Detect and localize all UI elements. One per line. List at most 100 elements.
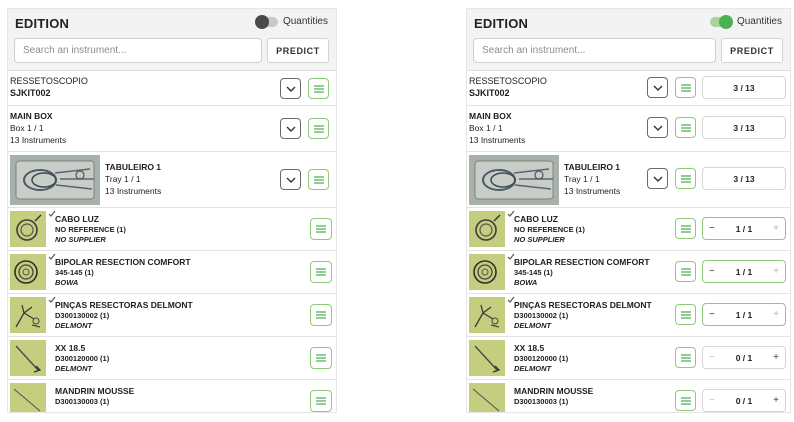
panel-header: EDITION Quantities PREDICT <box>467 9 790 71</box>
chevron-down-icon <box>286 86 295 92</box>
list-icon <box>680 123 691 132</box>
quantity-value: 0 / 1 <box>735 352 753 363</box>
increment-button[interactable]: + <box>773 266 779 277</box>
count-badge: 3 / 13 <box>702 116 786 139</box>
list-button[interactable] <box>308 78 329 99</box>
search-row: PREDICT <box>473 38 783 63</box>
list-button[interactable] <box>675 168 696 189</box>
instrument-row: XX 18.5 D300120000 (1) DELMONT <box>8 337 336 380</box>
instrument-supplier: DELMONT <box>55 364 93 373</box>
list-icon <box>316 225 326 233</box>
expand-button[interactable] <box>280 78 301 99</box>
quantity-value: 0 / 1 <box>735 395 753 406</box>
chevron-down-icon <box>653 176 662 182</box>
edition-panel-left: EDITION Quantities PREDICT RESSETOSCOPIO… <box>7 8 337 413</box>
tray-position: Tray 1 / 1 <box>564 174 600 184</box>
tray-count: 13 Instruments <box>105 186 162 196</box>
list-button[interactable] <box>675 218 696 239</box>
tray-image <box>10 155 100 205</box>
instrument-row: CABO LUZ NO REFERENCE (1) NO SUPPLIER − … <box>467 208 790 251</box>
instrument-reference: 345-145 (1) <box>55 268 94 277</box>
quantity-stepper[interactable]: − 1 / 1 + <box>702 260 786 283</box>
cable-image <box>475 214 501 241</box>
forceps-image <box>15 304 41 328</box>
quantities-toggle[interactable] <box>709 14 733 29</box>
list-icon <box>680 267 691 276</box>
instrument-thumbnail <box>469 254 505 290</box>
increment-button[interactable]: + <box>773 395 779 406</box>
list-icon <box>680 353 691 362</box>
list-button[interactable] <box>310 261 332 283</box>
kit-code: SJKIT002 <box>469 88 510 98</box>
decrement-button[interactable]: − <box>709 352 715 363</box>
list-button[interactable] <box>675 117 696 138</box>
list-button[interactable] <box>308 118 329 139</box>
list-button[interactable] <box>310 347 332 369</box>
list-button[interactable] <box>310 218 332 240</box>
instrument-name: MANDRIN MOUSSE <box>55 386 135 396</box>
expand-button[interactable] <box>647 77 668 98</box>
predict-button[interactable]: PREDICT <box>267 38 329 63</box>
instrument-row: CABO LUZ NO REFERENCE (1) NO SUPPLIER <box>8 208 336 251</box>
chevron-down-icon <box>286 177 295 183</box>
list-button[interactable] <box>675 77 696 98</box>
instrument-row: MANDRIN MOUSSE D300130003 (1) − 0 / 1 + <box>467 380 790 412</box>
quantities-toggle-wrap[interactable]: Quantities <box>709 14 782 29</box>
bipolar-image <box>14 260 38 284</box>
quantity-stepper[interactable]: − 1 / 1 + <box>702 217 786 240</box>
expand-button[interactable] <box>647 117 668 138</box>
quantity-stepper[interactable]: − 0 / 1 + <box>702 389 786 412</box>
edition-panel-right: EDITION Quantities PREDICT RESSETOSCOPIO… <box>466 8 791 413</box>
list-button[interactable] <box>675 390 696 411</box>
increment-button[interactable]: + <box>773 352 779 363</box>
quantity-stepper[interactable]: − 0 / 1 + <box>702 346 786 369</box>
tray-name: TABULEIRO 1 <box>105 162 162 172</box>
instrument-name: CABO LUZ <box>514 214 558 224</box>
list-icon <box>316 311 326 319</box>
instrument-row: PINÇAS RESECTORAS DELMONT D300130002 (1)… <box>8 294 336 337</box>
instrument-reference: D300130003 (1) <box>55 397 110 406</box>
list-icon <box>680 310 691 319</box>
list-button[interactable] <box>310 304 332 326</box>
instrument-thumbnail <box>469 211 505 247</box>
instrument-name: MANDRIN MOUSSE <box>514 386 594 396</box>
list-button[interactable] <box>675 261 696 282</box>
search-input[interactable] <box>473 38 716 63</box>
kit-row: RESSETOSCOPIO SJKIT002 3 / 13 <box>467 71 790 106</box>
decrement-button[interactable]: − <box>709 223 715 234</box>
list-button[interactable] <box>310 390 332 412</box>
increment-button[interactable]: + <box>773 309 779 320</box>
list-button[interactable] <box>308 169 329 190</box>
quantities-toggle-wrap[interactable]: Quantities <box>254 14 328 29</box>
instrument-reference: NO REFERENCE (1) <box>514 225 585 234</box>
quantities-toggle[interactable] <box>254 14 278 29</box>
tray-photo <box>469 155 559 205</box>
expand-button[interactable] <box>280 118 301 139</box>
expand-button[interactable] <box>280 169 301 190</box>
box-name: MAIN BOX <box>469 111 512 121</box>
quantity-stepper[interactable]: − 1 / 1 + <box>702 303 786 326</box>
panel-header: EDITION Quantities PREDICT <box>8 9 336 71</box>
toggle-knob <box>254 14 269 29</box>
quantity-value: 1 / 1 <box>735 223 753 234</box>
expand-button[interactable] <box>647 168 668 189</box>
instrument-thumbnail <box>10 254 46 290</box>
tray-name: TABULEIRO 1 <box>564 162 621 172</box>
list-button[interactable] <box>675 304 696 325</box>
decrement-button[interactable]: − <box>709 266 715 277</box>
increment-button[interactable]: + <box>773 223 779 234</box>
tray-row: TABULEIRO 1 Tray 1 / 1 13 Instruments <box>8 152 336 208</box>
quantities-label: Quantities <box>736 16 782 27</box>
predict-button[interactable]: PREDICT <box>721 38 783 63</box>
box-position: Box 1 / 1 <box>469 123 503 133</box>
instrument-supplier: BOWA <box>514 278 538 287</box>
toggle-knob <box>718 14 733 29</box>
box-name: MAIN BOX <box>10 111 53 121</box>
instrument-thumbnail <box>10 383 46 412</box>
list-button[interactable] <box>675 347 696 368</box>
decrement-button[interactable]: − <box>709 309 715 320</box>
search-input[interactable] <box>14 38 262 63</box>
panel-title: EDITION <box>474 16 529 31</box>
chevron-down-icon <box>653 85 662 91</box>
decrement-button[interactable]: − <box>709 395 715 406</box>
